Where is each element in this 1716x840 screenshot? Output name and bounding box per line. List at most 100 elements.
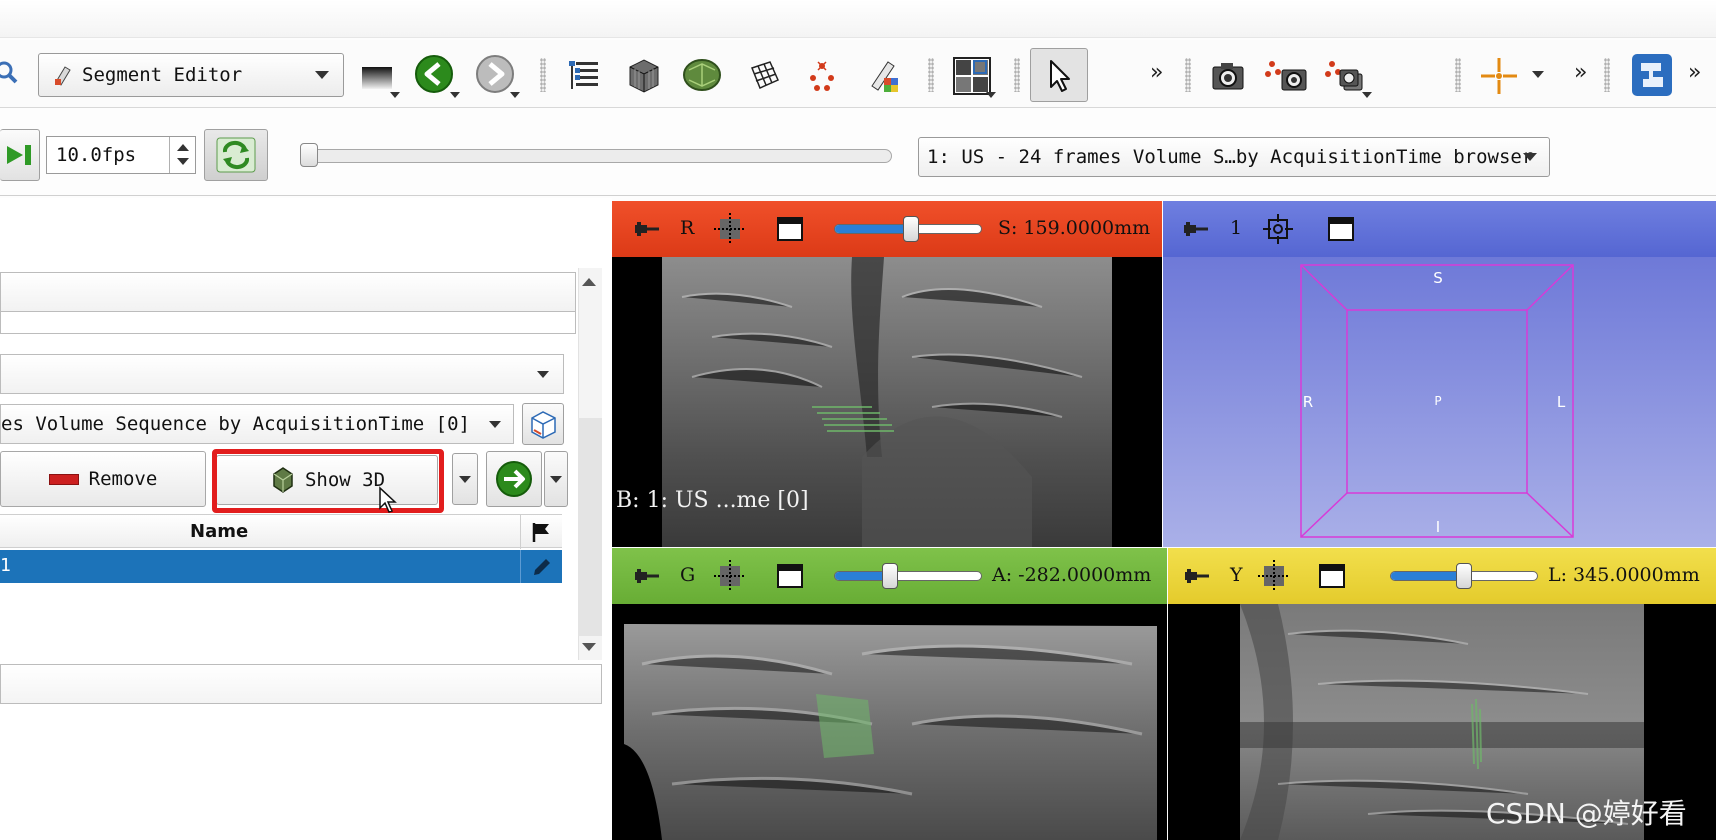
toolbar-grip[interactable] xyxy=(1185,58,1191,92)
loop-toggle-button[interactable] xyxy=(204,129,268,181)
volumes-cube-icon[interactable] xyxy=(622,53,666,97)
sequence-browser-label: 1: US - 24 frames Volume S…by Acquisitio… xyxy=(927,146,1534,168)
chevron-down-icon xyxy=(459,476,471,483)
green-slice-offset: A: -282.0000mm xyxy=(992,564,1152,586)
forward-arrow-icon xyxy=(496,461,532,497)
skip-forward-icon xyxy=(6,145,31,165)
toolbar-overflow-chevron[interactable]: » xyxy=(1574,60,1587,85)
yellow-slice-offset-slider[interactable] xyxy=(1390,563,1538,589)
toolbar-grip[interactable] xyxy=(540,58,546,92)
toolbar-grip[interactable] xyxy=(1455,58,1461,92)
segmentation-node-subfield[interactable] xyxy=(0,312,576,334)
fps-value: 10.0fps xyxy=(56,144,137,166)
toolbar-grip[interactable] xyxy=(928,58,934,92)
mouse-cursor-icon xyxy=(379,486,397,513)
transforms-grid-icon[interactable] xyxy=(744,56,784,96)
segmentation-node-field[interactable] xyxy=(0,272,576,312)
search-icon[interactable] xyxy=(0,58,22,88)
maximize-view-icon[interactable] xyxy=(1327,215,1355,243)
slice-visibility-icon[interactable] xyxy=(714,213,746,245)
segment-action-forward-button[interactable] xyxy=(486,451,542,507)
slider-handle[interactable] xyxy=(882,563,898,589)
slider-fill xyxy=(1391,572,1464,580)
column-divider xyxy=(520,515,521,549)
maximize-view-icon[interactable] xyxy=(776,215,804,243)
green-slice-letter: G xyxy=(680,564,696,586)
watermark-text: CSDN @婷好看 xyxy=(1486,797,1687,830)
segmentation-selector[interactable] xyxy=(0,354,564,394)
scene-view-menu-icon[interactable] xyxy=(1362,92,1372,98)
remove-segment-button[interactable]: Remove xyxy=(0,451,206,507)
orientation-marker-center: P xyxy=(1434,394,1441,408)
scroll-up-icon[interactable] xyxy=(582,278,596,286)
segment-name-cell[interactable]: 1 xyxy=(0,555,11,576)
slider-handle[interactable] xyxy=(903,216,919,242)
stepper-down-icon[interactable] xyxy=(177,158,189,165)
center-view-icon[interactable] xyxy=(1263,214,1293,244)
data-tree-icon[interactable] xyxy=(564,55,604,95)
maximize-view-icon[interactable] xyxy=(1318,562,1346,590)
back-arrow-icon[interactable] xyxy=(412,52,456,96)
window-level-menu-icon[interactable] xyxy=(390,92,400,98)
flag-icon[interactable] xyxy=(530,521,552,543)
pin-icon[interactable] xyxy=(1184,566,1210,586)
models-icon[interactable] xyxy=(680,54,724,96)
pin-icon[interactable] xyxy=(634,566,660,586)
forward-arrow-icon[interactable] xyxy=(473,52,517,96)
layout-menu-icon[interactable] xyxy=(986,92,996,98)
three-d-view[interactable]: S I R L P xyxy=(1163,257,1716,547)
step-forward-button[interactable] xyxy=(0,129,40,181)
mouse-mode-pointer-button[interactable] xyxy=(1030,48,1088,102)
slider-handle[interactable] xyxy=(1456,563,1472,589)
segment-action-menu-button[interactable] xyxy=(544,451,568,507)
sequence-frame-slider-handle[interactable] xyxy=(300,143,318,167)
screenshot-camera-icon[interactable] xyxy=(1208,56,1248,96)
back-history-menu-icon[interactable] xyxy=(450,92,460,98)
yellow-slice-letter: Y xyxy=(1230,564,1243,586)
scene-view-capture-icon[interactable] xyxy=(1264,56,1308,96)
slice-visibility-icon[interactable] xyxy=(714,560,746,592)
sequence-frame-slider[interactable] xyxy=(304,149,892,163)
crosshair-menu-icon[interactable] xyxy=(1532,71,1544,78)
green-slice-offset-slider[interactable] xyxy=(834,563,982,589)
fps-stepper[interactable] xyxy=(169,137,195,173)
forward-history-menu-icon[interactable] xyxy=(510,92,520,98)
three-d-view-label: 1 xyxy=(1230,217,1243,239)
scroll-down-icon[interactable] xyxy=(582,643,596,651)
scene-view-list-icon[interactable] xyxy=(1324,56,1368,96)
maximize-view-icon[interactable] xyxy=(776,562,804,590)
toolbar-grip[interactable] xyxy=(1014,58,1020,92)
yellow-slice-offset: L: 345.0000mm xyxy=(1548,564,1700,586)
slice-visibility-icon[interactable] xyxy=(1258,560,1290,592)
crosshair-icon[interactable] xyxy=(1478,55,1520,97)
toolbar-grip[interactable] xyxy=(1604,58,1610,92)
toolbar-overflow-chevron[interactable]: » xyxy=(1150,60,1163,85)
fps-spinbox[interactable]: 10.0fps xyxy=(46,136,196,174)
source-volume-options-button[interactable] xyxy=(522,403,564,445)
green-slice-view[interactable] xyxy=(612,604,1167,840)
pin-icon[interactable] xyxy=(1183,219,1209,239)
segment-editor-options-field[interactable] xyxy=(0,664,602,704)
table-row[interactable]: 1 xyxy=(0,550,562,583)
show-3d-options-button[interactable] xyxy=(452,453,478,505)
sequence-browser-selector[interactable]: 1: US - 24 frames Volume S…by Acquisitio… xyxy=(918,137,1550,177)
show-3d-button[interactable]: Show 3D xyxy=(216,455,438,505)
toolbar-overflow-chevron[interactable]: » xyxy=(1688,60,1701,85)
pin-icon[interactable] xyxy=(634,219,660,239)
orientation-marker-left: R xyxy=(1303,393,1313,411)
edit-pencil-icon[interactable] xyxy=(530,555,554,579)
stepper-up-icon[interactable] xyxy=(177,144,189,151)
window-title-band xyxy=(0,0,1716,38)
yellow-slice-controller: Y L: 345.0000mm xyxy=(1168,548,1716,604)
three-d-view-controller: 1 xyxy=(1163,201,1716,257)
segment-editor-tool-icon[interactable] xyxy=(862,54,904,96)
scrollbar-thumb[interactable] xyxy=(578,418,602,636)
red-slice-offset-slider[interactable] xyxy=(834,216,982,242)
module-selector[interactable]: Segment Editor xyxy=(38,53,344,97)
name-column-header[interactable]: Name xyxy=(190,521,248,542)
orientation-marker-top: S xyxy=(1433,269,1443,287)
source-volume-selector[interactable]: es Volume Sequence by AcquisitionTime [0… xyxy=(0,404,514,444)
extensions-puzzle-icon[interactable] xyxy=(1630,52,1674,98)
markups-points-icon[interactable] xyxy=(802,56,842,96)
chevron-down-icon xyxy=(537,371,549,378)
